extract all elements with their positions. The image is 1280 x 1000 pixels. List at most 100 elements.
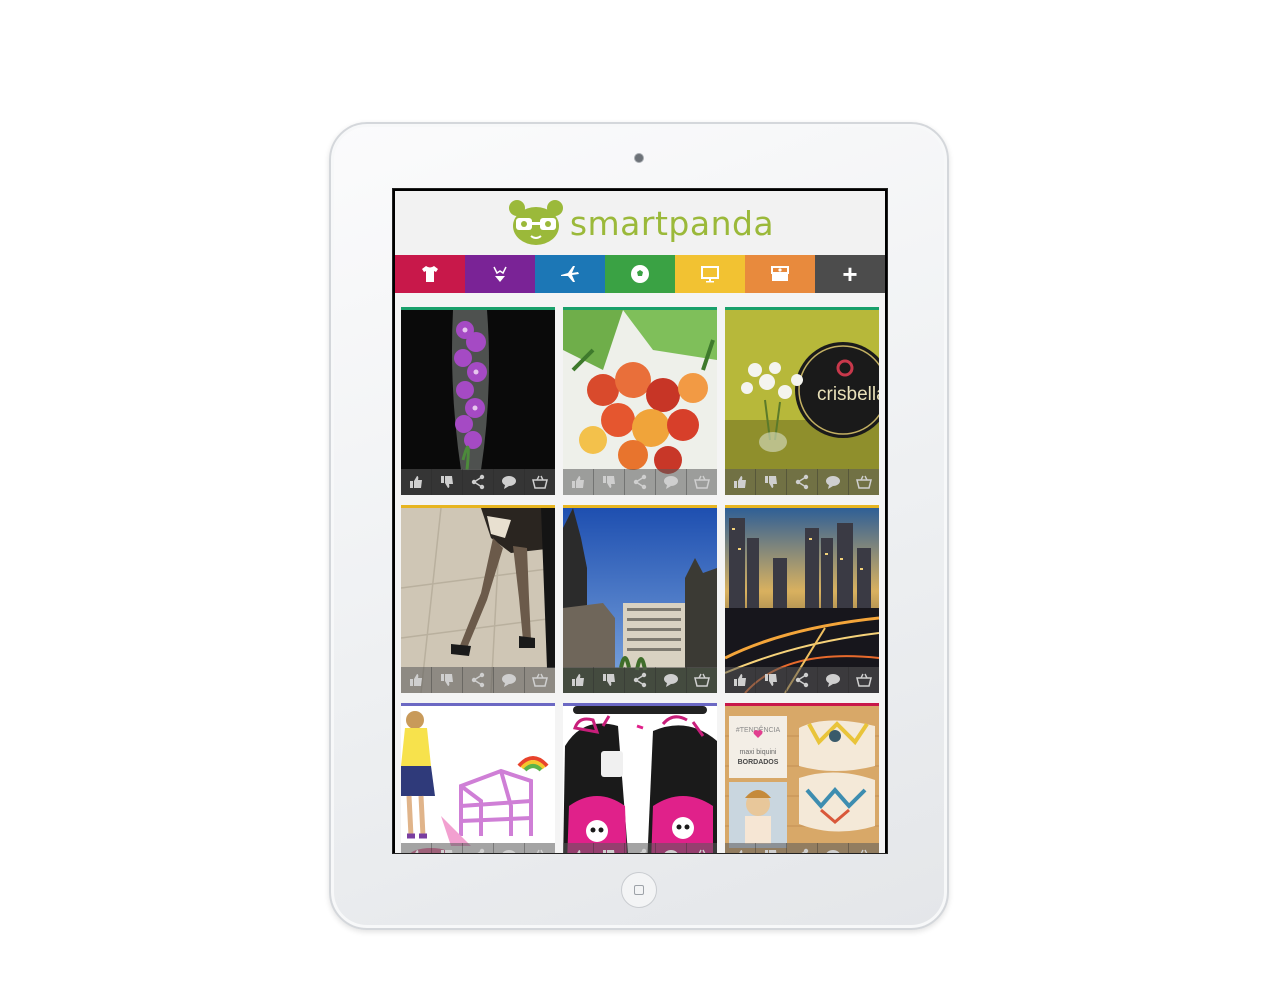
like-icon[interactable] xyxy=(563,667,594,693)
comment-icon[interactable] xyxy=(818,843,849,853)
share-icon[interactable] xyxy=(625,843,656,853)
tile-image-backpacks xyxy=(563,706,717,853)
tile-action-bar xyxy=(725,843,879,853)
tile-image-biquini: #TENDÊNCIA maxi biquini BORDADOS Ma Trop… xyxy=(725,706,879,853)
tile-image-orchids xyxy=(401,310,555,495)
product-tile[interactable] xyxy=(401,703,555,853)
category-sports[interactable] xyxy=(605,255,675,293)
tile-image-dancer xyxy=(401,508,555,693)
dislike-icon[interactable] xyxy=(432,843,463,853)
basket-icon[interactable] xyxy=(849,843,879,853)
product-tile[interactable]: crisbella xyxy=(725,307,879,495)
comment-icon[interactable] xyxy=(656,469,687,495)
crisbella-sign-text: crisbella xyxy=(817,384,879,405)
share-icon[interactable] xyxy=(463,469,494,495)
app-header: smartpanda xyxy=(395,191,885,255)
tile-action-bar xyxy=(563,843,717,853)
tablet-screen: smartpanda + crisbell #TENDÊNCIA maxi bi… xyxy=(392,188,888,854)
home-button[interactable] xyxy=(621,872,657,908)
tile-image-city-day xyxy=(563,508,717,693)
tile-action-bar xyxy=(563,667,717,693)
tile-image-city-night xyxy=(725,508,879,693)
product-tile[interactable] xyxy=(563,307,717,495)
tile-image-bouquet xyxy=(563,310,717,495)
category-more[interactable]: + xyxy=(815,255,885,293)
tile-image-crisbella: crisbella xyxy=(725,310,879,495)
airplane-icon xyxy=(561,266,579,282)
share-icon[interactable] xyxy=(463,667,494,693)
comment-icon[interactable] xyxy=(494,667,525,693)
share-icon[interactable] xyxy=(787,469,818,495)
dislike-icon[interactable] xyxy=(594,469,625,495)
like-icon[interactable] xyxy=(563,469,594,495)
share-icon[interactable] xyxy=(787,843,818,853)
panda-logo-icon xyxy=(508,200,563,245)
plus-icon: + xyxy=(842,259,858,289)
comment-icon[interactable] xyxy=(818,667,849,693)
like-icon[interactable] xyxy=(563,843,594,853)
product-grid: crisbella xyxy=(401,307,883,853)
basket-icon[interactable] xyxy=(849,469,879,495)
basket-icon[interactable] xyxy=(687,667,717,693)
category-swimwear[interactable] xyxy=(465,255,535,293)
tshirt-icon xyxy=(422,266,438,282)
app-view: smartpanda + crisbell #TENDÊNCIA maxi bi… xyxy=(395,191,885,853)
camera-icon xyxy=(634,153,644,163)
product-tile[interactable]: #TENDÊNCIA maxi biquini BORDADOS Ma Trop… xyxy=(725,703,879,853)
dislike-icon[interactable] xyxy=(756,469,787,495)
like-icon[interactable] xyxy=(401,469,432,495)
basket-icon[interactable] xyxy=(849,667,879,693)
product-tile[interactable] xyxy=(563,703,717,853)
dislike-icon[interactable] xyxy=(432,667,463,693)
comment-icon[interactable] xyxy=(494,843,525,853)
dislike-icon[interactable] xyxy=(756,667,787,693)
logo-text: smartpanda xyxy=(569,203,775,243)
monitor-icon xyxy=(701,266,719,283)
jewelry-box-icon xyxy=(771,266,789,281)
comment-icon[interactable] xyxy=(494,469,525,495)
category-jewelry[interactable] xyxy=(745,255,815,293)
dislike-icon[interactable] xyxy=(594,667,625,693)
product-tile[interactable] xyxy=(725,505,879,693)
dislike-icon[interactable] xyxy=(432,469,463,495)
soccer-ball-icon xyxy=(631,265,649,283)
tile-action-bar xyxy=(401,469,555,495)
product-tile[interactable] xyxy=(563,505,717,693)
share-icon[interactable] xyxy=(625,469,656,495)
like-icon[interactable] xyxy=(401,843,432,853)
comment-icon[interactable] xyxy=(656,667,687,693)
dislike-icon[interactable] xyxy=(594,843,625,853)
bikini-icon xyxy=(493,266,507,282)
category-clothing[interactable] xyxy=(395,255,465,293)
basket-icon[interactable] xyxy=(687,469,717,495)
tile-image-doll-toy xyxy=(401,706,555,853)
product-tile[interactable] xyxy=(401,307,555,495)
basket-icon[interactable] xyxy=(525,667,555,693)
like-icon[interactable] xyxy=(725,667,756,693)
tile-action-bar xyxy=(401,667,555,693)
home-square-icon xyxy=(634,885,644,895)
product-tile[interactable] xyxy=(401,505,555,693)
comment-icon[interactable] xyxy=(818,469,849,495)
category-electronics[interactable] xyxy=(675,255,745,293)
like-icon[interactable] xyxy=(725,469,756,495)
share-icon[interactable] xyxy=(625,667,656,693)
basket-icon[interactable] xyxy=(687,843,717,853)
tile-action-bar xyxy=(725,667,879,693)
tile-action-bar xyxy=(563,469,717,495)
like-icon[interactable] xyxy=(401,667,432,693)
promo-text: BORDADOS xyxy=(738,759,779,766)
promo-text: maxi biquini xyxy=(740,749,777,756)
tile-action-bar xyxy=(401,843,555,853)
tile-action-bar xyxy=(725,469,879,495)
comment-icon[interactable] xyxy=(656,843,687,853)
category-travel[interactable] xyxy=(535,255,605,293)
category-bar: + xyxy=(395,255,885,293)
like-icon[interactable] xyxy=(725,843,756,853)
share-icon[interactable] xyxy=(787,667,818,693)
dislike-icon[interactable] xyxy=(756,843,787,853)
basket-icon[interactable] xyxy=(525,843,555,853)
basket-icon[interactable] xyxy=(525,469,555,495)
logo[interactable]: smartpanda xyxy=(506,198,774,248)
share-icon[interactable] xyxy=(463,843,494,853)
